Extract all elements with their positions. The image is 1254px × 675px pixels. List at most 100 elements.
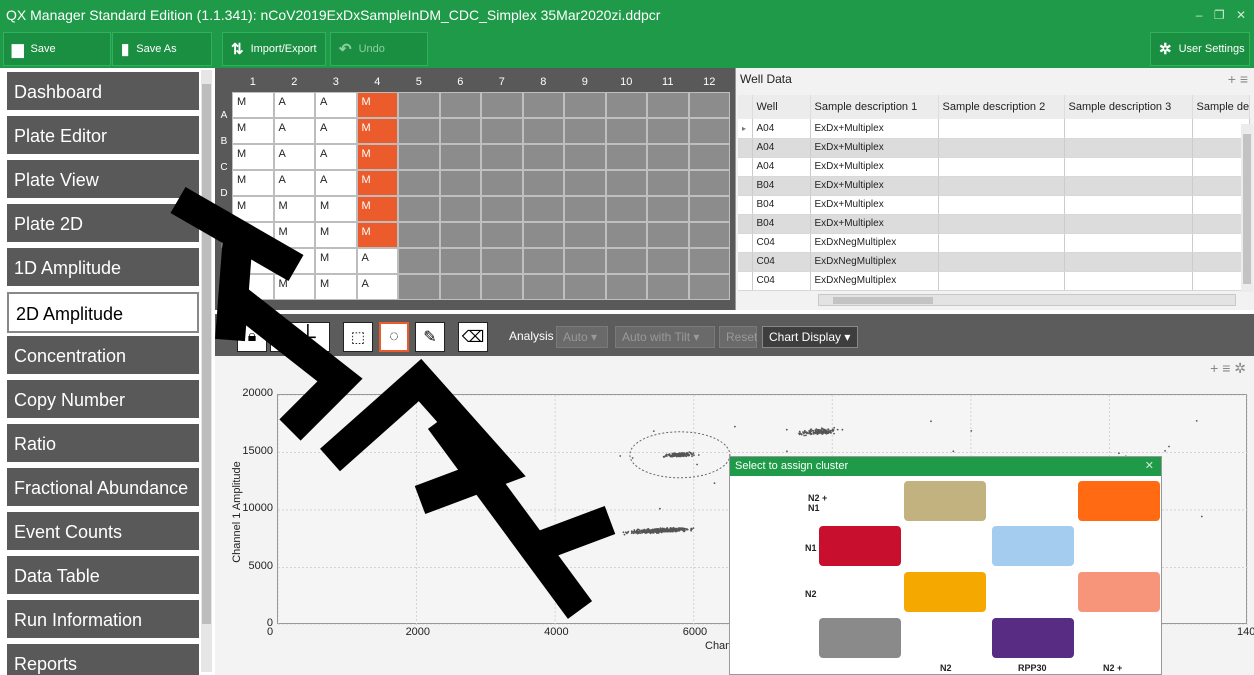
well-cell[interactable]: C04 [752,233,811,253]
plate-well[interactable] [605,144,647,170]
column-header[interactable]: 7 [481,72,523,92]
well-cell[interactable]: C04 [752,252,811,272]
table-row[interactable]: B04 ExDx+Multiplex [738,176,1251,196]
plate-well[interactable] [647,170,689,196]
plate-well[interactable] [439,196,481,222]
sidebar-item-dashboard[interactable]: Dashboard [7,72,199,113]
lasso-select-button[interactable]: ◌ [379,322,409,352]
table-row[interactable]: B04 ExDx+Multiplex [738,214,1251,234]
row-header[interactable]: D [217,188,231,199]
plate-well[interactable]: M [315,196,357,222]
sample-description-cell[interactable]: ExDxNegMultiplex [810,271,939,291]
plate-well[interactable] [647,144,689,170]
row-header[interactable]: C [217,162,231,173]
well-cell[interactable]: B04 [752,214,811,234]
sidebar-item-data-table[interactable]: Data Table [7,556,199,597]
plate-well[interactable]: A [315,144,357,170]
plate-well[interactable] [605,92,647,118]
plate-well[interactable] [398,118,440,144]
plate-well[interactable] [522,118,564,144]
plate-well[interactable] [605,222,647,248]
plate-well[interactable] [647,196,689,222]
table-row[interactable]: B04 ExDx+Multiplex [738,195,1251,215]
plate-well[interactable] [481,118,523,144]
plate-well[interactable] [605,170,647,196]
plate-well[interactable]: M [232,222,274,248]
row-header[interactable]: A [217,110,231,121]
plate-well[interactable] [398,196,440,222]
plate-well[interactable]: M [356,196,398,222]
plate-well[interactable] [481,222,523,248]
plate-well[interactable] [688,222,730,248]
sample-description-cell[interactable]: ExDx+Multiplex [810,119,939,139]
sample-description-cell[interactable] [1064,176,1193,196]
plate-well[interactable] [481,248,523,274]
column-header[interactable]: Sample description 3 [1064,95,1193,119]
plate-well[interactable] [439,274,481,300]
plate-well[interactable] [605,248,647,274]
cluster-swatch-purple[interactable] [992,618,1074,658]
sidebar-item-run-information[interactable]: Run Information [7,600,199,641]
well-cell[interactable]: A04 [752,119,811,139]
sidebar-item-plate-editor[interactable]: Plate Editor [7,116,199,157]
plate-well[interactable]: A [315,92,357,118]
plate-well[interactable] [522,248,564,274]
plate-well[interactable]: A [315,170,357,196]
sample-description-cell[interactable] [938,176,1065,196]
import-export-button[interactable]: ⇅ Import/Export [222,32,326,66]
table-row[interactable]: ▸ A04 ExDx+Multiplex [738,119,1251,139]
plate-well[interactable]: M [356,170,398,196]
sample-description-cell[interactable]: ExDxNegMultiplex [810,252,939,272]
pencil-button[interactable]: ✎ [415,322,445,352]
chart-display-dropdown[interactable]: Chart Display ▾ [762,326,858,348]
plate-well[interactable]: A [273,92,315,118]
plate-well[interactable] [564,222,606,248]
menu-icon[interactable]: ≡ [1222,360,1230,376]
plate-well[interactable] [688,196,730,222]
sample-description-cell[interactable] [938,214,1065,234]
column-header[interactable]: 6 [440,72,482,92]
well-cell[interactable]: C04 [752,271,811,291]
plate-well[interactable]: M [232,118,274,144]
row-header[interactable]: B [217,136,231,147]
sidebar-item-plate-2d[interactable]: Plate 2D [7,204,199,245]
well-cell[interactable]: A04 [752,138,811,158]
table-row[interactable]: C04 ExDxNegMultiplex [738,271,1251,291]
sample-description-cell[interactable] [938,252,1065,272]
plate-well[interactable] [398,144,440,170]
plate-well[interactable] [522,274,564,300]
plate-well[interactable]: M [273,248,315,274]
plate-well[interactable] [439,170,481,196]
scrollbar-thumb[interactable] [1243,134,1251,284]
plate-well[interactable] [564,92,606,118]
plate-well[interactable] [522,196,564,222]
plate-well[interactable] [564,248,606,274]
cluster-swatch-orange[interactable] [1078,481,1160,521]
plate-well[interactable] [439,118,481,144]
well-cell[interactable]: B04 [752,176,811,196]
row-header[interactable]: E [217,214,231,225]
scrollbar-thumb[interactable] [833,297,933,304]
column-header[interactable]: Sample de [1192,95,1251,119]
sidebar-item-1d-amplitude[interactable]: 1D Amplitude [7,248,199,289]
sample-description-cell[interactable] [938,138,1065,158]
column-header[interactable]: 12 [689,72,731,92]
cluster-swatch-light-blue[interactable] [992,526,1074,566]
restore-icon[interactable]: ❐ [1214,8,1225,22]
sidebar-item-concentration[interactable]: Concentration [7,336,199,377]
close-icon[interactable]: ✕ [1236,8,1246,22]
plate-well[interactable] [398,222,440,248]
sample-description-cell[interactable] [1064,233,1193,253]
column-header[interactable]: Well [752,95,811,119]
rectangle-select-button[interactable]: ⬚ [343,322,373,352]
add-icon[interactable]: + [1210,360,1218,376]
sample-description-cell[interactable] [938,157,1065,177]
plate-well[interactable]: M [273,274,315,300]
sidebar-item-plate-view[interactable]: Plate View [7,160,199,201]
table-row[interactable]: C04 ExDxNegMultiplex [738,233,1251,253]
cluster-swatch-salmon[interactable] [1078,572,1160,612]
plate-well[interactable] [564,118,606,144]
plate-well[interactable]: M [356,144,398,170]
minimize-icon[interactable]: – [1196,8,1203,22]
sample-description-cell[interactable] [1064,138,1193,158]
